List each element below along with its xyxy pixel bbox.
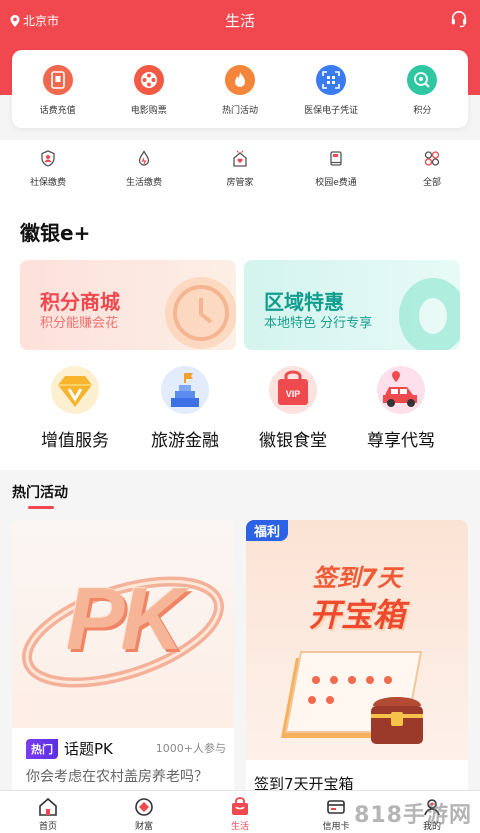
signin-art-line1: 签到7天	[312, 564, 402, 592]
page-title: 生活	[224, 12, 255, 30]
headset-icon[interactable]	[450, 10, 468, 28]
quick-label: 社保缴费	[29, 178, 66, 188]
activity-card-topic-pk[interactable]: PK 热门 话题PK 1000+人参与 你会考虑在农村盖房养老吗？	[12, 520, 234, 795]
feature-chauffeur[interactable]: 尊享代驾	[346, 366, 456, 451]
film-reel-icon	[133, 65, 164, 95]
service-movie-tickets[interactable]: 电影购票	[104, 65, 194, 116]
pk-artwork: PK	[12, 520, 234, 728]
tab-label: 财富	[134, 822, 153, 832]
participant-count: 1000+人参与	[155, 742, 226, 755]
quick-campus-fee[interactable]: 校园e费通	[288, 150, 384, 192]
topic-title: 话题PK	[64, 740, 113, 758]
shopping-bag-icon	[232, 797, 248, 815]
phone-icon	[42, 65, 73, 95]
section-title: 徽银e+	[20, 221, 91, 245]
house-heart-icon	[233, 150, 247, 167]
feature-label: 增值服务	[41, 431, 109, 451]
clock-decoration-icon	[165, 277, 236, 349]
hot-badge: 热门	[26, 738, 58, 759]
promo-subtitle: 积分能赚会花	[40, 316, 119, 331]
grid-icon	[424, 151, 440, 166]
quick-house-keeper[interactable]: 房管家	[192, 150, 288, 192]
quick-utility-payment[interactable]: 生活缴费	[96, 150, 192, 192]
feature-label: 徽银食堂	[259, 431, 327, 451]
welfare-tag: 福利	[246, 520, 289, 541]
service-label: 医保电子凭证	[304, 106, 359, 116]
activity-card-signin[interactable]: 福利 签到7天 开宝箱 签到7天开宝箱	[246, 520, 468, 795]
service-phone-recharge[interactable]: 话费充值	[13, 65, 103, 116]
service-label: 积分	[413, 106, 432, 116]
diamond-v-icon	[51, 366, 99, 414]
book-icon	[330, 151, 342, 166]
topic-question: 你会考虑在农村盖房养老吗？	[26, 769, 208, 785]
watermark: 818手游网	[354, 803, 472, 828]
service-points[interactable]: 积分	[377, 65, 467, 116]
wealth-icon	[135, 798, 153, 816]
quick-label: 全部	[422, 178, 441, 188]
flame-icon	[224, 65, 255, 95]
tab-label: 生活	[230, 822, 249, 832]
ring-decoration-icon	[399, 278, 460, 350]
promo-subtitle: 本地特色 分行专享	[264, 316, 373, 331]
service-label: 热门活动	[221, 106, 258, 116]
promo-points-mall[interactable]: 积分商城 积分能赚会花	[20, 260, 236, 350]
tab-life[interactable]: 生活	[200, 791, 280, 833]
drop-icon	[138, 150, 150, 166]
tab-home[interactable]: 首页	[8, 791, 88, 833]
pk-art-text: PK	[65, 569, 184, 668]
signin-art-line2: 开宝箱	[308, 596, 405, 634]
quick-access-row: 社保缴费 生活缴费 房管家 校园e费通 全部	[0, 150, 480, 192]
home-icon	[39, 797, 57, 816]
credit-card-icon	[327, 800, 345, 814]
feature-label: 尊享代驾	[367, 431, 435, 451]
tab-label: 信用卡	[322, 822, 350, 832]
feature-label: 旅游金融	[151, 431, 219, 451]
service-label: 电影购票	[130, 106, 167, 116]
vip-bag-icon: VIP	[269, 366, 317, 414]
shield-person-icon	[41, 150, 55, 167]
feature-canteen[interactable]: VIP 徽银食堂	[238, 366, 348, 451]
promo-title: 积分商城	[40, 290, 120, 314]
quick-all[interactable]: 全部	[384, 150, 480, 192]
service-medical-insurance[interactable]: 医保电子凭证	[286, 65, 376, 116]
hot-title-underline	[28, 506, 54, 509]
quick-label: 校园e费通	[315, 178, 357, 188]
quick-label: 生活缴费	[125, 178, 162, 188]
service-hot-events[interactable]: 热门活动	[195, 65, 285, 116]
hot-section-title: 热门活动	[12, 485, 68, 501]
promo-regional-deals[interactable]: 区域特惠 本地特色 分行专享	[244, 260, 460, 350]
tab-label: 首页	[38, 822, 57, 832]
feature-travel-finance[interactable]: 旅游金融	[130, 366, 240, 451]
service-card: 话费充值 电影购票 热门活动 医保电子凭证 积分	[12, 50, 468, 128]
points-icon	[407, 65, 438, 95]
topic-row: 热门 话题PK	[26, 738, 113, 759]
tab-wealth[interactable]: 财富	[104, 791, 184, 833]
feature-value-added[interactable]: 增值服务	[20, 366, 130, 451]
service-label: 话费充值	[39, 106, 76, 116]
flag-tower-icon	[161, 366, 209, 414]
promo-title: 区域特惠	[264, 290, 344, 314]
svg-text:VIP: VIP	[286, 389, 301, 399]
qr-scan-icon	[316, 65, 347, 95]
signin-artwork: 福利 签到7天 开宝箱	[246, 520, 468, 760]
red-car-icon	[377, 366, 425, 414]
quick-social-security[interactable]: 社保缴费	[0, 150, 96, 192]
quick-label: 房管家	[226, 178, 254, 188]
calendar-chest-icon	[281, 651, 423, 744]
